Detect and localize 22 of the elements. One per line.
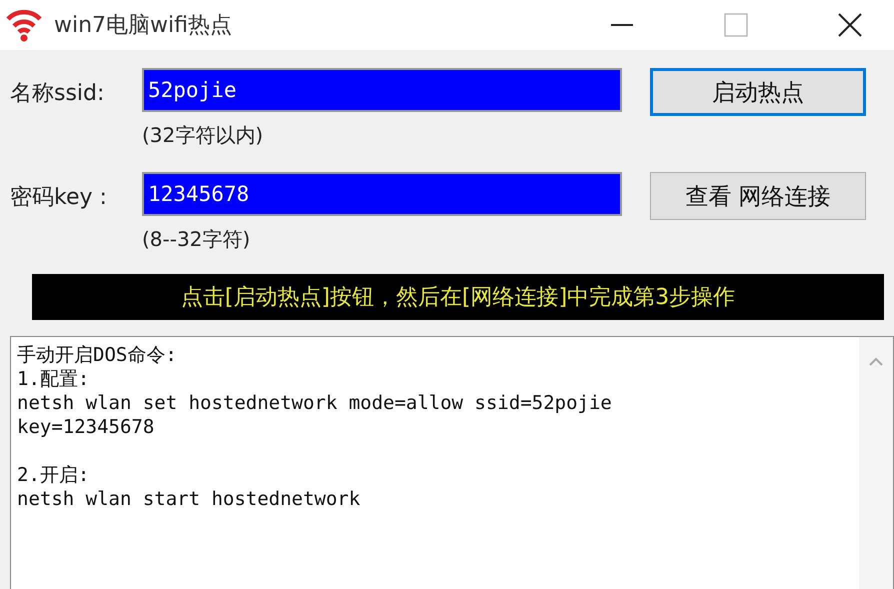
scrollbar[interactable] [859,337,893,589]
field-label: 密码key : [10,184,108,212]
instruction-banner: 点击[启动热点]按钮，然后在[网络连接]中完成第3步操作 [32,274,884,320]
hint-text: (32字符以内) [142,122,264,149]
command-line: 2.开启: [17,463,90,487]
wifi-icon [6,7,42,43]
hint-text: (8--32字符) [142,226,250,253]
command-line: 1.配置: [17,367,90,391]
command-line: netsh wlan set hostednetwork mode=allow ssid=52pojie [17,391,613,415]
command-text-area[interactable]: 手动开启DOS命令: 1.配置: netsh wlan set hostednetwork mode=allow ssid=52pojie key=12345678 2.开启: netsh wlan start hostednetwork [10,336,894,589]
window-title: win7电脑wifi热点 [54,12,232,40]
command-line: key=12345678 [17,415,156,439]
action-button[interactable]: 启动热点 [650,68,866,116]
input-field[interactable]: 52pojie [142,68,622,112]
command-line: 手动开启DOS命令: [17,343,178,367]
close-icon[interactable] [838,13,862,37]
maximize-icon[interactable] [724,13,748,37]
scroll-up-icon[interactable] [868,357,884,367]
action-button[interactable]: 查看 网络连接 [650,172,866,220]
input-field[interactable]: 12345678 [142,172,622,216]
command-line: netsh wlan start hostednetwork [17,487,362,511]
field-label: 名称ssid: [10,80,106,108]
